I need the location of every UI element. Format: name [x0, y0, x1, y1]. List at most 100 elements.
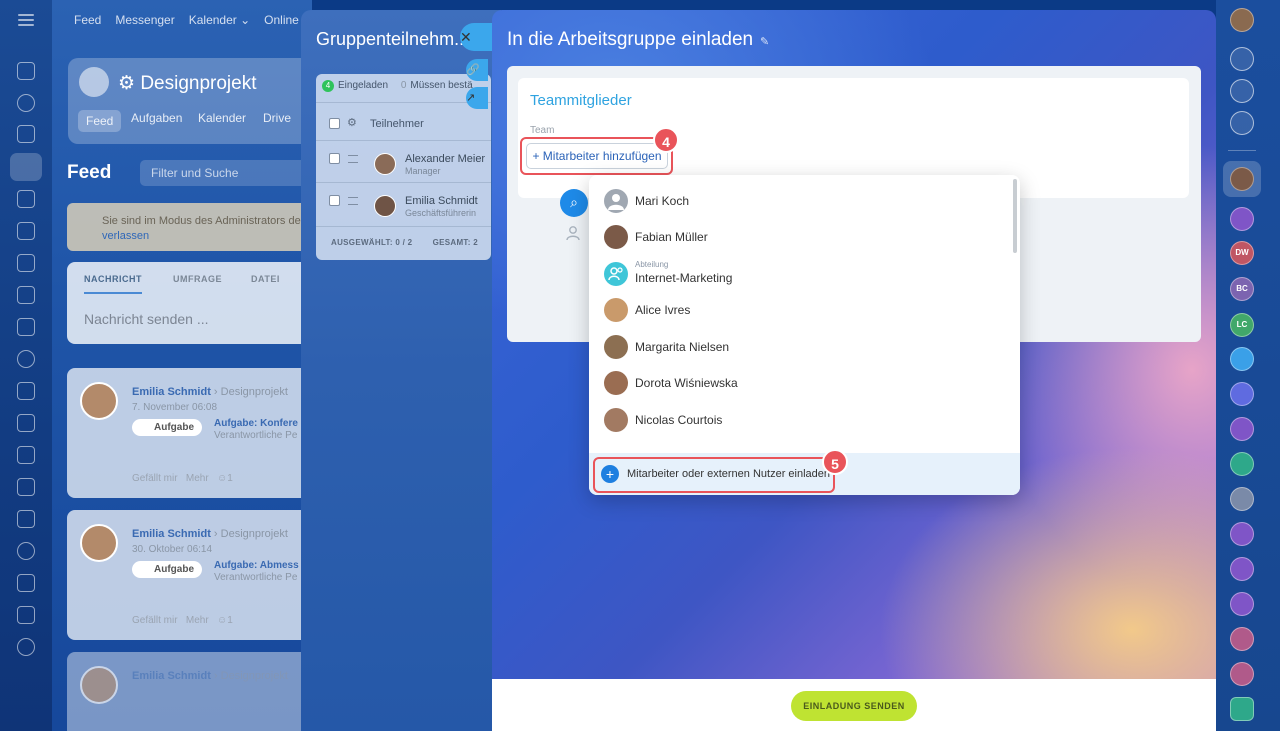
invited-label[interactable]: Eingeladen: [338, 80, 388, 91]
box-icon[interactable]: [17, 574, 35, 592]
contacts-icon[interactable]: [17, 446, 35, 464]
calendar-icon[interactable]: [17, 254, 35, 272]
group-tab-tasks[interactable]: Aufgaben: [131, 111, 182, 125]
call-icon[interactable]: [1230, 382, 1254, 406]
nav-messenger[interactable]: Messenger: [115, 13, 174, 27]
dropdown-scrollbar[interactable]: [1013, 179, 1017, 253]
dropdown-item-user[interactable]: Margarita Nielsen: [604, 331, 1004, 365]
chat-avatar-lc[interactable]: LC: [1230, 313, 1254, 337]
chat-avatar[interactable]: [1230, 167, 1254, 191]
dropdown-item-user[interactable]: Dorota Wiśniewska: [604, 367, 1004, 401]
post-author[interactable]: Emilia Schmidt › Designprojekt: [132, 670, 288, 682]
group-tab-calendar[interactable]: Kalender: [198, 111, 246, 125]
drag-handle-icon[interactable]: [348, 197, 358, 205]
analytics-icon[interactable]: [17, 478, 35, 496]
copy-link-icon[interactable]: 🔗: [466, 59, 488, 81]
tab-poll[interactable]: UMFRAGE: [173, 274, 222, 284]
documents-icon[interactable]: [17, 125, 35, 143]
step-highlight-5: [593, 457, 835, 493]
row-checkbox[interactable]: [329, 153, 340, 164]
nav-calendar[interactable]: Kalender ⌄: [189, 13, 250, 27]
send-invitation-button[interactable]: EINLADUNG SENDEN: [791, 691, 917, 721]
dropdown-item-user[interactable]: Nicolas Courtois: [604, 404, 1004, 438]
nav-feed[interactable]: Feed: [74, 13, 101, 27]
group-tab-drive[interactable]: Drive: [263, 111, 291, 125]
groups-icon[interactable]: [10, 153, 42, 181]
drive-icon[interactable]: [17, 190, 35, 208]
post-task-link[interactable]: Aufgabe: Abmess: [214, 560, 299, 571]
message-input[interactable]: Nachricht senden ...: [84, 311, 209, 327]
chat-avatar[interactable]: [1230, 207, 1254, 231]
step-highlight-4: [520, 137, 673, 175]
bell-icon[interactable]: [1230, 47, 1254, 71]
chat-avatar[interactable]: [1230, 662, 1254, 686]
chat-avatar-bc[interactable]: BC: [1230, 277, 1254, 301]
task-icon[interactable]: [1230, 697, 1254, 721]
post-author-avatar[interactable]: [80, 524, 118, 562]
gear-icon[interactable]: ⚙: [347, 116, 357, 129]
search-chat-icon[interactable]: [1230, 111, 1254, 135]
group-avatar: [79, 67, 109, 97]
admin-exit-link[interactable]: verlassen: [102, 230, 149, 242]
feed-title: Feed: [67, 162, 112, 183]
checklist-icon[interactable]: [17, 222, 35, 240]
copilot-icon[interactable]: [1230, 79, 1254, 103]
dropdown-item-user[interactable]: Alice Ivres: [604, 294, 1004, 328]
invited-count: 4: [322, 80, 334, 92]
more-link[interactable]: Mehr: [186, 615, 209, 626]
post-author[interactable]: Emilia Schmidt › Designprojekt: [132, 528, 288, 540]
participant-avatar[interactable]: [374, 195, 396, 217]
dropdown-item-user[interactable]: Mari Koch: [604, 185, 1004, 219]
like-link[interactable]: Gefällt mir: [132, 615, 178, 626]
people-icon[interactable]: [565, 225, 583, 241]
chat-avatar[interactable]: [1230, 417, 1254, 441]
chat-avatar[interactable]: [1230, 592, 1254, 616]
more-link[interactable]: Mehr: [186, 473, 209, 484]
chat-icon[interactable]: [17, 350, 35, 368]
nav-online[interactable]: Online: [264, 13, 299, 27]
open-new-window-icon[interactable]: ↗: [466, 87, 488, 109]
post-author-avatar[interactable]: [80, 382, 118, 420]
filter-icon[interactable]: [17, 318, 35, 336]
chat-avatar[interactable]: [1230, 627, 1254, 651]
post-task-link[interactable]: Aufgabe: Konfere: [214, 418, 298, 429]
dropdown-item-user[interactable]: Fabian Müller: [604, 221, 1004, 255]
confirm-label[interactable]: Müssen bestä: [410, 80, 472, 91]
list-icon[interactable]: [17, 606, 35, 624]
participant-name[interactable]: Emilia Schmidt: [405, 195, 478, 207]
select-all-checkbox[interactable]: [329, 118, 340, 129]
dropdown-item-department[interactable]: Abteilung Internet-Marketing: [604, 258, 1004, 292]
participants-tabs[interactable]: 4 Eingeladen 0 Müssen bestä: [322, 80, 473, 92]
tab-file[interactable]: DATEI: [251, 274, 280, 284]
sign-icon[interactable]: [17, 382, 35, 400]
chat-avatar[interactable]: [1230, 487, 1254, 511]
current-user-avatar[interactable]: [1230, 8, 1254, 32]
home-icon[interactable]: [17, 62, 35, 80]
post-date: 7. November 06:08: [132, 402, 218, 413]
search-icon[interactable]: ⌕: [560, 189, 588, 217]
post-author-avatar[interactable]: [80, 666, 118, 704]
video-icon[interactable]: [17, 286, 35, 304]
cart-icon[interactable]: [17, 510, 35, 528]
participant-name[interactable]: Alexander Meier: [405, 153, 485, 165]
tasks-icon[interactable]: [17, 94, 35, 112]
close-icon[interactable]: ✕: [460, 23, 494, 51]
store-icon[interactable]: [17, 414, 35, 432]
participant-avatar[interactable]: [374, 153, 396, 175]
target-icon[interactable]: [17, 542, 35, 560]
pin-icon[interactable]: ✎: [760, 35, 769, 48]
group-tab-feed[interactable]: Feed: [78, 110, 122, 132]
chat-avatar[interactable]: [1230, 347, 1254, 371]
menu-icon[interactable]: [18, 14, 34, 26]
group-title: ⚙ Designprojekt: [118, 73, 257, 94]
drag-handle-icon[interactable]: [348, 155, 358, 163]
like-link[interactable]: Gefällt mir: [132, 473, 178, 484]
phone-icon[interactable]: [1230, 452, 1254, 476]
settings-icon[interactable]: [17, 638, 35, 656]
chat-avatar-dw[interactable]: DW: [1230, 241, 1254, 265]
chat-avatar[interactable]: [1230, 522, 1254, 546]
tab-message[interactable]: NACHRICHT: [84, 274, 142, 294]
chat-avatar[interactable]: [1230, 557, 1254, 581]
row-checkbox[interactable]: [329, 195, 340, 206]
post-author[interactable]: Emilia Schmidt › Designprojekt: [132, 386, 288, 398]
